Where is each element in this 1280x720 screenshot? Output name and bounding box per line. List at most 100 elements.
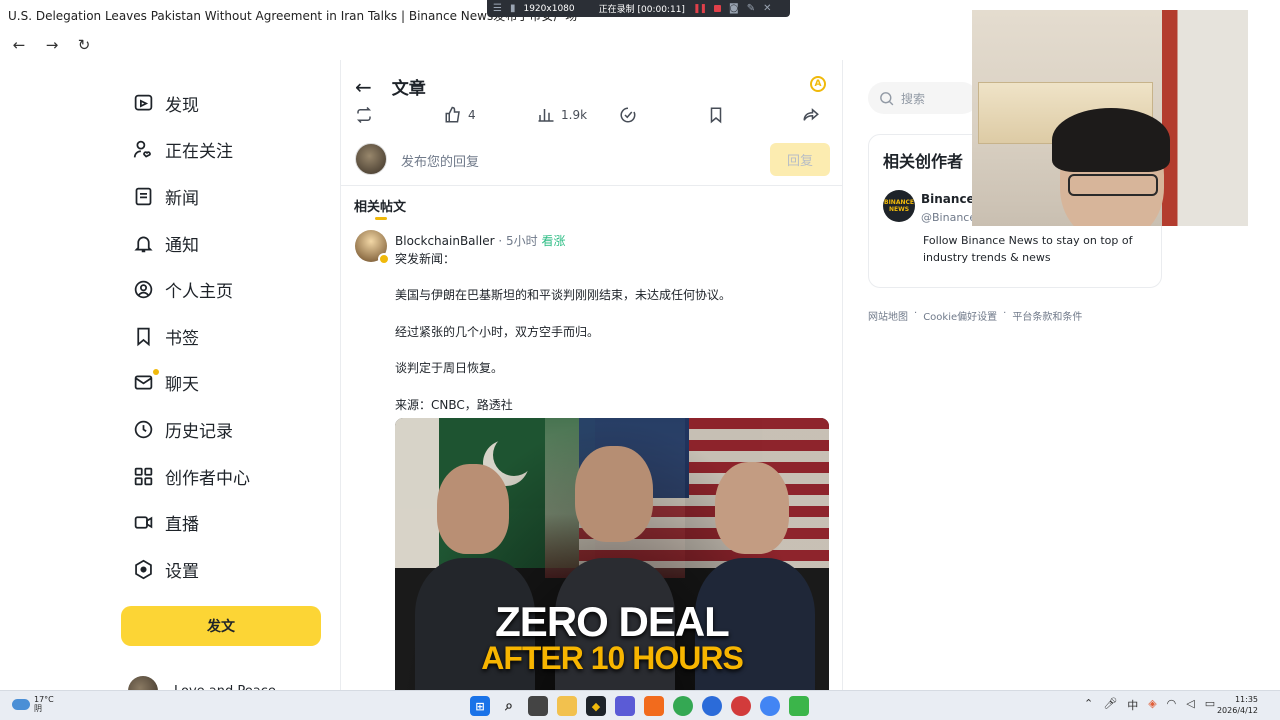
clock-date: 2026/4/12 <box>1216 706 1258 715</box>
recorder-status: 正在录制 [00:00:11] <box>598 5 685 15</box>
verified-badge-icon <box>378 253 390 265</box>
taskbar-apps: ⊞ ⌕ ◆ <box>470 696 809 716</box>
ai-summary-icon[interactable]: A <box>810 76 826 92</box>
repost-button[interactable] <box>355 106 373 124</box>
sidebar-item-creator-center[interactable]: 创作者中心 <box>121 453 331 500</box>
post-image[interactable]: ZERO DEAL AFTER 10 HOURS <box>395 418 829 690</box>
sidebar-item-label: 正在关注 <box>165 142 233 163</box>
repost-icon <box>356 106 372 124</box>
avatar[interactable]: BINANCE NEWS <box>883 190 915 222</box>
wifi-icon[interactable]: ◠ <box>1167 697 1177 713</box>
footer-link-sitemap[interactable]: 网站地图 <box>868 308 908 323</box>
like-button[interactable]: 4 <box>444 106 476 124</box>
thumbs-up-icon <box>445 106 460 123</box>
file-explorer-icon[interactable] <box>557 696 577 716</box>
creator-description: Follow Binance News to stay on top of in… <box>923 234 1133 264</box>
avatar[interactable] <box>355 230 390 265</box>
search-icon[interactable]: ⌕ <box>499 696 519 716</box>
sidebar-item-label: 创作者中心 <box>165 468 250 489</box>
sidebar-item-news[interactable]: 新闻 <box>121 173 331 220</box>
tab-active-indicator <box>375 217 387 220</box>
menu-icon[interactable]: ☰ <box>493 3 502 14</box>
window-background <box>1162 10 1248 226</box>
bookmark-icon <box>132 325 154 347</box>
discover-icon <box>132 92 154 114</box>
footer-link-cookies[interactable]: Cookie偏好设置 <box>923 308 997 323</box>
sidebar-item-following[interactable]: 正在关注 <box>121 127 331 174</box>
pause-icon[interactable]: ❚❚ <box>693 4 707 14</box>
task-view-icon[interactable] <box>528 696 548 716</box>
tab-related-posts[interactable]: 相关帖文 <box>354 196 406 220</box>
binance-app-icon[interactable]: ◆ <box>586 696 606 716</box>
cloud-icon <box>12 698 30 710</box>
search-input[interactable]: 搜索 <box>868 82 978 114</box>
profile-icon <box>132 279 154 301</box>
sidebar-item-notifications[interactable]: 通知 <box>121 220 331 267</box>
reply-composer: 发布您的回复 回复 <box>355 143 830 176</box>
reply-input[interactable]: 发布您的回复 <box>401 151 479 170</box>
avatar <box>355 143 387 175</box>
action-bar: 4 1.9k <box>341 102 842 128</box>
pen-icon[interactable]: ✎ <box>747 3 755 14</box>
close-icon[interactable]: ✕ <box>763 3 771 14</box>
app-icon[interactable] <box>615 696 635 716</box>
search-icon <box>880 91 894 105</box>
tip-icon <box>620 107 636 123</box>
sidebar-item-label: 新闻 <box>165 188 199 209</box>
post-line: 经过紧张的几个小时，双方空手而归。 <box>395 324 600 339</box>
sidebar-item-live[interactable]: 直播 <box>121 499 331 546</box>
bookmark-button[interactable] <box>707 106 725 124</box>
battery-icon[interactable]: ▭ <box>1205 697 1215 713</box>
footer-separator: · <box>1003 308 1007 319</box>
sidebar-item-profile[interactable]: 个人主页 <box>121 266 331 313</box>
camera-icon[interactable]: ◙ <box>729 3 739 14</box>
image-subheadline: AFTER 10 HOURS <box>481 640 744 676</box>
edge-icon[interactable] <box>702 696 722 716</box>
volume-icon[interactable]: ◁ <box>1186 697 1194 713</box>
post-line: 来源：CNBC，路透社 <box>395 397 513 412</box>
article-column: ← 文章 A 4 1.9k 发布您的回复 回复 相关帖文 BlockchainB… <box>340 60 843 690</box>
microphone-icon[interactable]: 🎤︎ <box>1103 697 1117 713</box>
search-app-icon[interactable] <box>644 696 664 716</box>
reload-icon[interactable]: ↻ <box>74 35 94 55</box>
sidebar-item-label: 历史记录 <box>165 421 233 442</box>
recorder-resolution: 1920x1080 <box>523 3 575 14</box>
sidebar-item-bookmarks[interactable]: 书签 <box>121 313 331 360</box>
sidebar-item-chat[interactable]: 聊天 <box>121 360 331 407</box>
person-glasses <box>1068 174 1158 196</box>
ime-indicator[interactable]: 中 <box>1127 697 1138 713</box>
chevron-up-icon[interactable]: ⌃ <box>1084 697 1093 713</box>
share-button[interactable] <box>802 106 820 124</box>
stop-icon[interactable] <box>714 5 722 12</box>
app-icon[interactable] <box>789 696 809 716</box>
back-arrow-icon[interactable]: ← <box>9 35 29 55</box>
chrome-icon[interactable] <box>673 696 693 716</box>
bell-icon <box>132 232 154 254</box>
microphone-icon[interactable]: ▮ <box>510 3 516 14</box>
screen-recorder-bar[interactable]: ☰ ▮ 1920x1080 正在录制 [00:00:11] ❚❚ ◙ ✎ ✕ <box>487 0 790 17</box>
sidebar-item-discover[interactable]: 发现 <box>121 80 331 127</box>
clock[interactable]: 11:35 2026/4/12 <box>1217 694 1258 716</box>
history-icon <box>132 418 154 440</box>
windows-start-icon[interactable]: ⊞ <box>470 696 490 716</box>
post-author[interactable]: BlockchainBaller <box>395 234 495 248</box>
app-tray-icon[interactable]: ◈ <box>1148 697 1156 713</box>
sentiment-tag[interactable]: 看涨 <box>541 234 565 248</box>
post-button[interactable]: 发文 <box>121 606 321 646</box>
back-arrow-icon[interactable]: ← <box>355 75 372 99</box>
reply-button[interactable]: 回复 <box>770 143 830 176</box>
settings-icon <box>132 558 154 580</box>
footer-link-terms[interactable]: 平台条款和条件 <box>1012 308 1082 323</box>
sidebar-item-label: 聊天 <box>165 375 199 396</box>
chrome-profile-icon[interactable] <box>760 696 780 716</box>
person-face <box>437 464 509 554</box>
sidebar-item-settings[interactable]: 设置 <box>121 546 331 593</box>
sidebar-item-history[interactable]: 历史记录 <box>121 406 331 453</box>
weather-widget[interactable]: 17°C 阴 <box>12 695 54 713</box>
forward-arrow-icon[interactable]: → <box>42 35 62 55</box>
share-icon <box>803 108 819 121</box>
card-title: 相关创作者 <box>883 152 964 171</box>
recorder-app-icon[interactable] <box>731 696 751 716</box>
news-icon <box>132 185 154 207</box>
tip-button[interactable] <box>619 106 637 124</box>
